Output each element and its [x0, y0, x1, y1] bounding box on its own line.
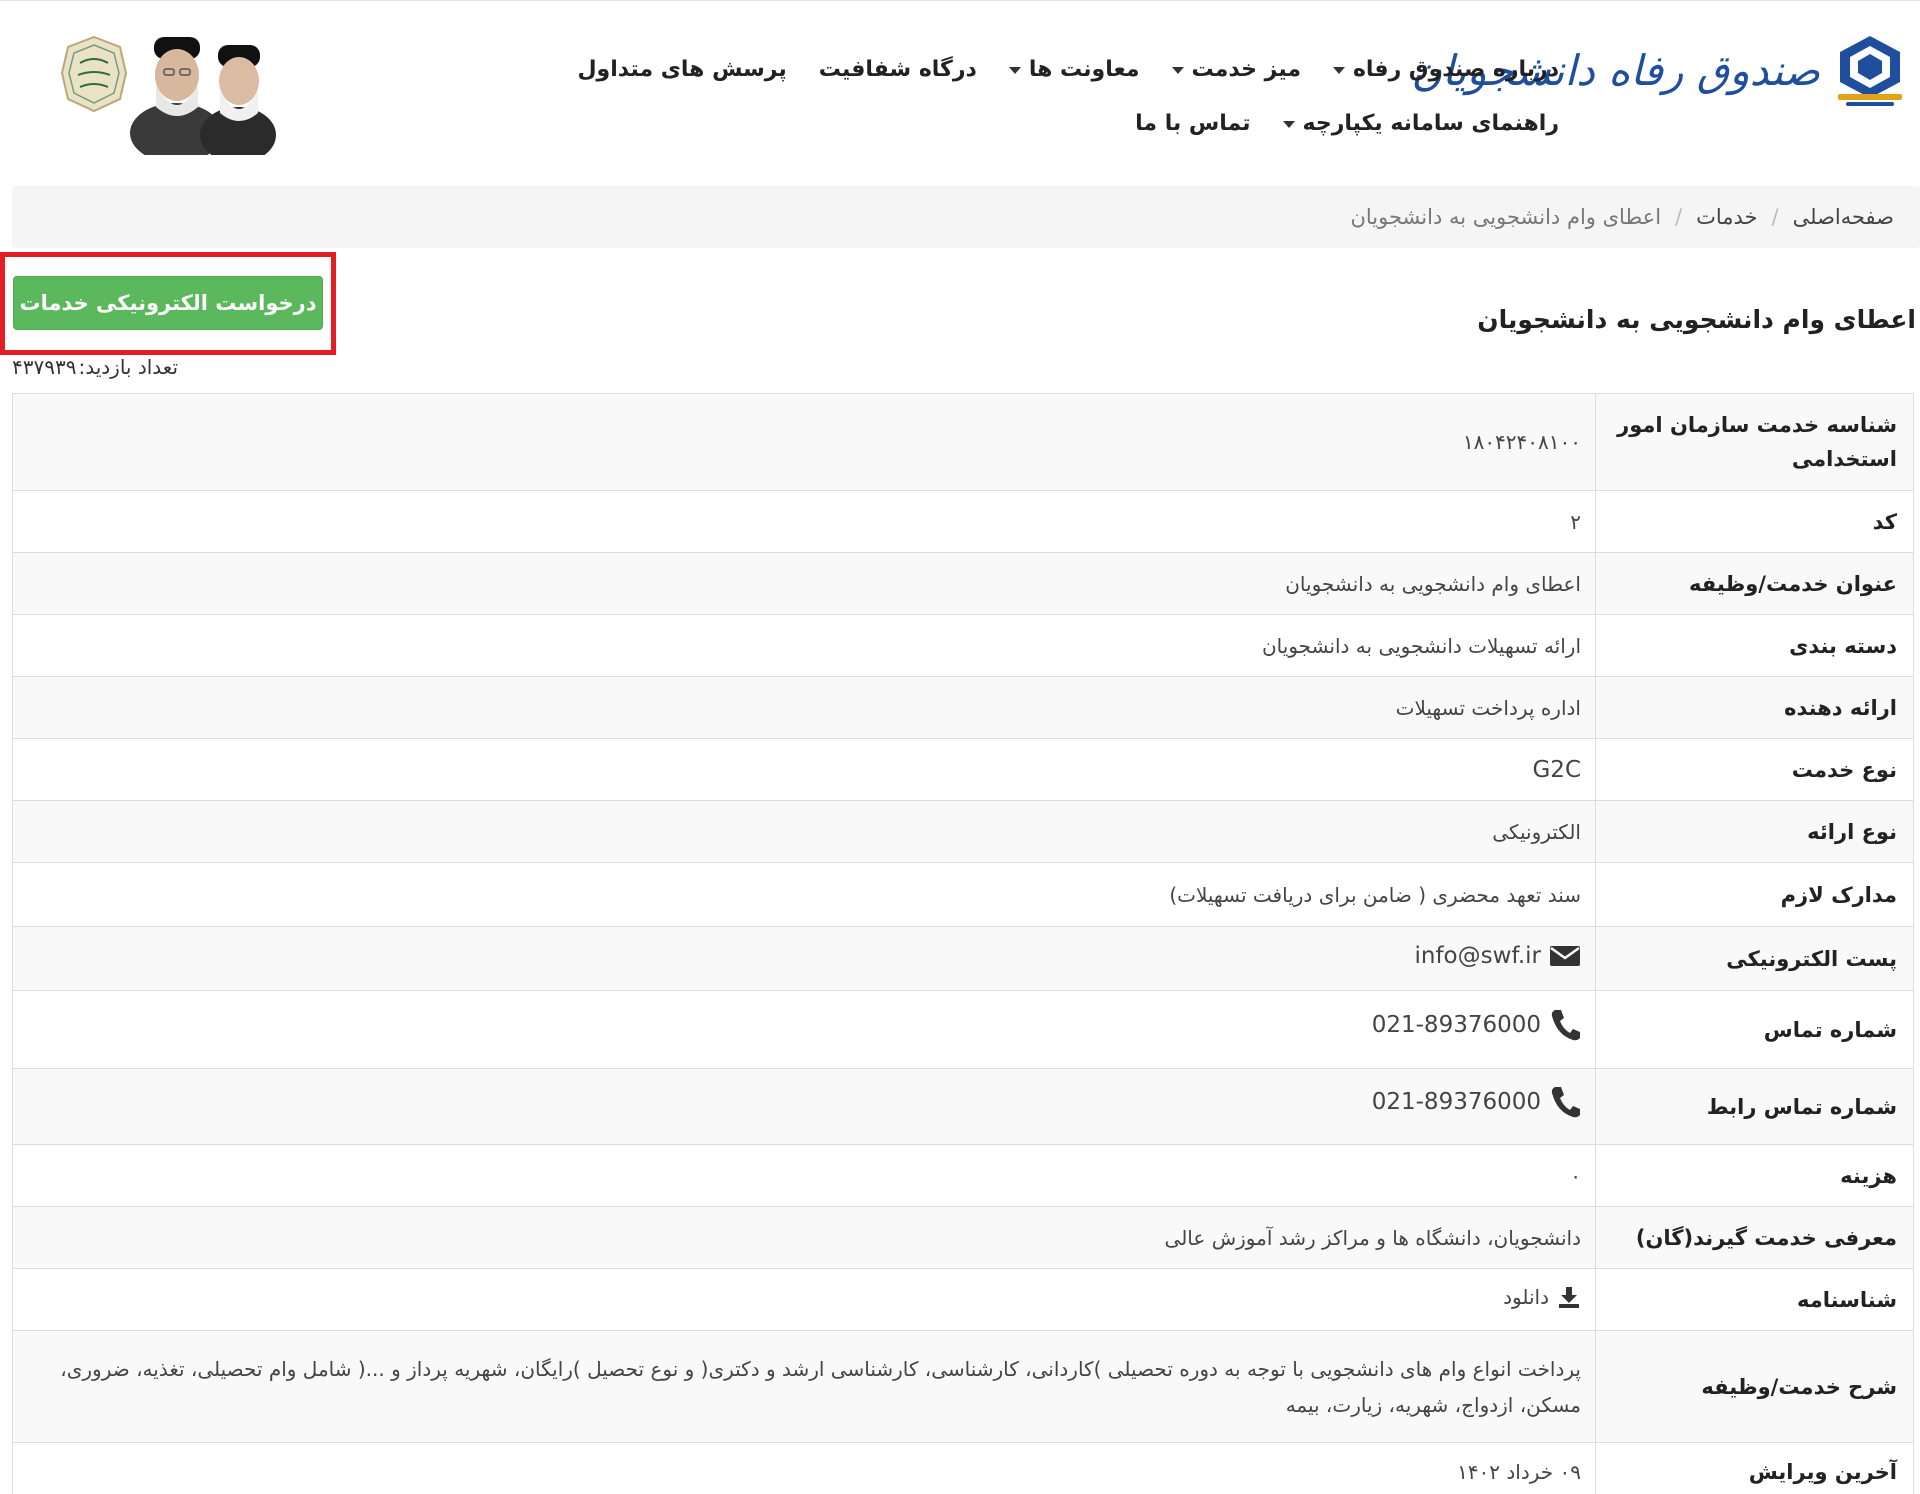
row-value: ارائه تسهیلات دانشجویی به دانشجویان: [12, 614, 1596, 677]
row-value: 021-89376000: [12, 1068, 1596, 1145]
row-label: معرفی خدمت گیرند(گان): [1595, 1206, 1914, 1269]
nav-item-label: معاونت ها: [1028, 56, 1140, 82]
chevron-down-icon: [1282, 121, 1295, 128]
nav-item-contact[interactable]: تماس با ما: [1119, 107, 1266, 139]
nav-item-about[interactable]: درباره صندوق رفاه: [1317, 53, 1575, 85]
row-label: ارائه دهنده: [1595, 676, 1914, 739]
breadcrumb-services[interactable]: خدمات: [1696, 205, 1757, 229]
table-row: هزینه ۰: [12, 1144, 1914, 1207]
table-row: شماره تماس رابط 021-89376000: [12, 1068, 1914, 1145]
service-type-value: G2C: [1532, 756, 1581, 783]
row-value: ۰: [12, 1144, 1596, 1207]
row-value: ۰۹ خرداد ۱۴۰۲: [12, 1442, 1596, 1494]
table-row: شرح خدمت/وظیفه پرداخت انواع وام های دانش…: [12, 1330, 1914, 1443]
visit-counter: تعداد بازدید: ۴۳۷۹۳۹: [12, 355, 178, 379]
site-header: صندوق رفاه دانشجویان درباره صندوق رفاه م…: [0, 0, 1920, 180]
service-details-table: شناسه خدمت سازمان امور استخدامی ۱۸۰۴۲۴۰۸…: [12, 393, 1914, 1494]
nav-item-label: درباره صندوق رفاه: [1352, 56, 1559, 82]
row-value: الکترونیکی: [12, 800, 1596, 863]
row-value: ۱۸۰۴۲۴۰۸۱۰۰: [12, 393, 1596, 491]
table-row: ارائه دهنده اداره پرداخت تسهیلات: [12, 676, 1914, 739]
row-label: شناسه خدمت سازمان امور استخدامی: [1595, 393, 1914, 491]
nav-item-label: میز خدمت: [1191, 56, 1301, 82]
breadcrumb-home[interactable]: صفحه‌اصلی: [1793, 205, 1894, 229]
logo-emblem-icon: [1832, 32, 1908, 108]
table-row: کد ۲: [12, 490, 1914, 553]
table-row: پست الکترونیکی info@swf.ir: [12, 926, 1914, 991]
chevron-down-icon: [1008, 67, 1021, 74]
slogan-emblem-icon: [60, 35, 128, 113]
row-label: شناسنامه: [1595, 1268, 1914, 1331]
nav-item-service-desk[interactable]: میز خدمت: [1156, 53, 1317, 85]
row-value: ۲: [12, 490, 1596, 553]
row-value: اداره پرداخت تسهیلات: [12, 676, 1596, 739]
row-value: 021-89376000: [12, 990, 1596, 1069]
email-link[interactable]: info@swf.ir: [1414, 938, 1581, 974]
main-nav: درباره صندوق رفاه میز خدمت معاونت ها درگ…: [445, 53, 1575, 139]
row-label: مدارک لازم: [1595, 862, 1914, 927]
nav-item-system-guide[interactable]: راهنمای سامانه یکپارچه: [1267, 107, 1575, 139]
nav-item-label: راهنمای سامانه یکپارچه: [1302, 110, 1559, 136]
download-icon: [1559, 1287, 1579, 1308]
breadcrumb-current: اعطای وام دانشجویی به دانشجویان: [1350, 205, 1662, 229]
table-row: نوع خدمت G2C: [12, 738, 1914, 801]
row-label: نوع خدمت: [1595, 738, 1914, 801]
table-row: دسته بندی ارائه تسهیلات دانشجویی به دانش…: [12, 614, 1914, 677]
row-label: عنوان خدمت/وظیفه: [1595, 552, 1914, 615]
envelope-icon: [1550, 946, 1580, 966]
row-label: شماره تماس رابط: [1595, 1068, 1914, 1145]
page: صندوق رفاه دانشجویان درباره صندوق رفاه م…: [0, 0, 1920, 1494]
phone-value: 021-89376000: [1371, 1011, 1541, 1038]
page-title: اعطای وام دانشجویی به دانشجویان: [1477, 305, 1916, 334]
row-label: دسته بندی: [1595, 614, 1914, 677]
visit-counter-value: ۴۳۷۹۳۹: [12, 355, 77, 379]
nav-item-transparency[interactable]: درگاه شفافیت: [803, 53, 993, 85]
row-label: شماره تماس: [1595, 990, 1914, 1069]
row-label: پست الکترونیکی: [1595, 926, 1914, 991]
liaison-phone-value: 021-89376000: [1371, 1088, 1541, 1115]
row-value: سند تعهد محضری ( ضامن برای دریافت تسهیلا…: [12, 862, 1596, 927]
table-row: آخرین ویرایش ۰۹ خرداد ۱۴۰۲: [12, 1442, 1914, 1494]
electronic-request-button[interactable]: درخواست الکترونیکی خدمات: [13, 276, 323, 330]
row-value: پرداخت انواع وام های دانشجویی با توجه به…: [12, 1330, 1596, 1443]
nav-item-label: درگاه شفافیت: [818, 56, 977, 82]
row-label: کد: [1595, 490, 1914, 553]
row-label: هزینه: [1595, 1144, 1914, 1207]
phone-link[interactable]: 021-89376000: [1372, 1007, 1581, 1043]
nav-item-label: تماس با ما: [1135, 110, 1251, 136]
chevron-down-icon: [1171, 67, 1184, 74]
nav-item-label: پرسش های متداول: [577, 56, 787, 82]
chevron-down-icon: [1332, 67, 1345, 74]
row-value: info@swf.ir: [12, 926, 1596, 991]
breadcrumb-separator: /: [1771, 205, 1779, 229]
phone-icon: [1551, 1086, 1580, 1117]
breadcrumb: صفحه‌اصلی / خدمات / اعطای وام دانشجویی ب…: [12, 186, 1920, 248]
table-row: مدارک لازم سند تعهد محضری ( ضامن برای در…: [12, 862, 1914, 927]
leaders-image: [58, 15, 278, 163]
email-value: info@swf.ir: [1414, 943, 1541, 969]
nav-item-faq[interactable]: پرسش های متداول: [561, 53, 802, 85]
download-label: دانلود: [1503, 1285, 1549, 1309]
site-logo[interactable]: صندوق رفاه دانشجویان: [1411, 15, 1908, 125]
table-row: شناسنامه دانلود: [12, 1268, 1914, 1331]
row-value: G2C: [12, 738, 1596, 801]
row-label: آخرین ویرایش: [1595, 1442, 1914, 1494]
row-label: نوع ارائه: [1595, 800, 1914, 863]
row-value: اعطای وام دانشجویی به دانشجویان: [12, 552, 1596, 615]
table-row: معرفی خدمت گیرند(گان) دانشجویان، دانشگاه…: [12, 1206, 1914, 1269]
row-label: شرح خدمت/وظیفه: [1595, 1330, 1914, 1443]
nav-item-deputies[interactable]: معاونت ها: [993, 53, 1156, 85]
table-row: نوع ارائه الکترونیکی: [12, 800, 1914, 863]
liaison-phone-link[interactable]: 021-89376000: [1372, 1084, 1581, 1120]
table-row: عنوان خدمت/وظیفه اعطای وام دانشجویی به د…: [12, 552, 1914, 615]
visit-counter-label: تعداد بازدید:: [78, 355, 179, 379]
row-value: دانلود: [12, 1268, 1596, 1331]
row-value: دانشجویان، دانشگاه ها و مراکز رشد آموزش …: [12, 1206, 1596, 1269]
download-link[interactable]: دانلود: [1503, 1279, 1581, 1315]
table-row: شناسه خدمت سازمان امور استخدامی ۱۸۰۴۲۴۰۸…: [12, 393, 1914, 491]
breadcrumb-separator: /: [1675, 205, 1683, 229]
portrait-right-icon: [200, 45, 276, 163]
table-row: شماره تماس 021-89376000: [12, 990, 1914, 1069]
phone-icon: [1551, 1009, 1580, 1040]
